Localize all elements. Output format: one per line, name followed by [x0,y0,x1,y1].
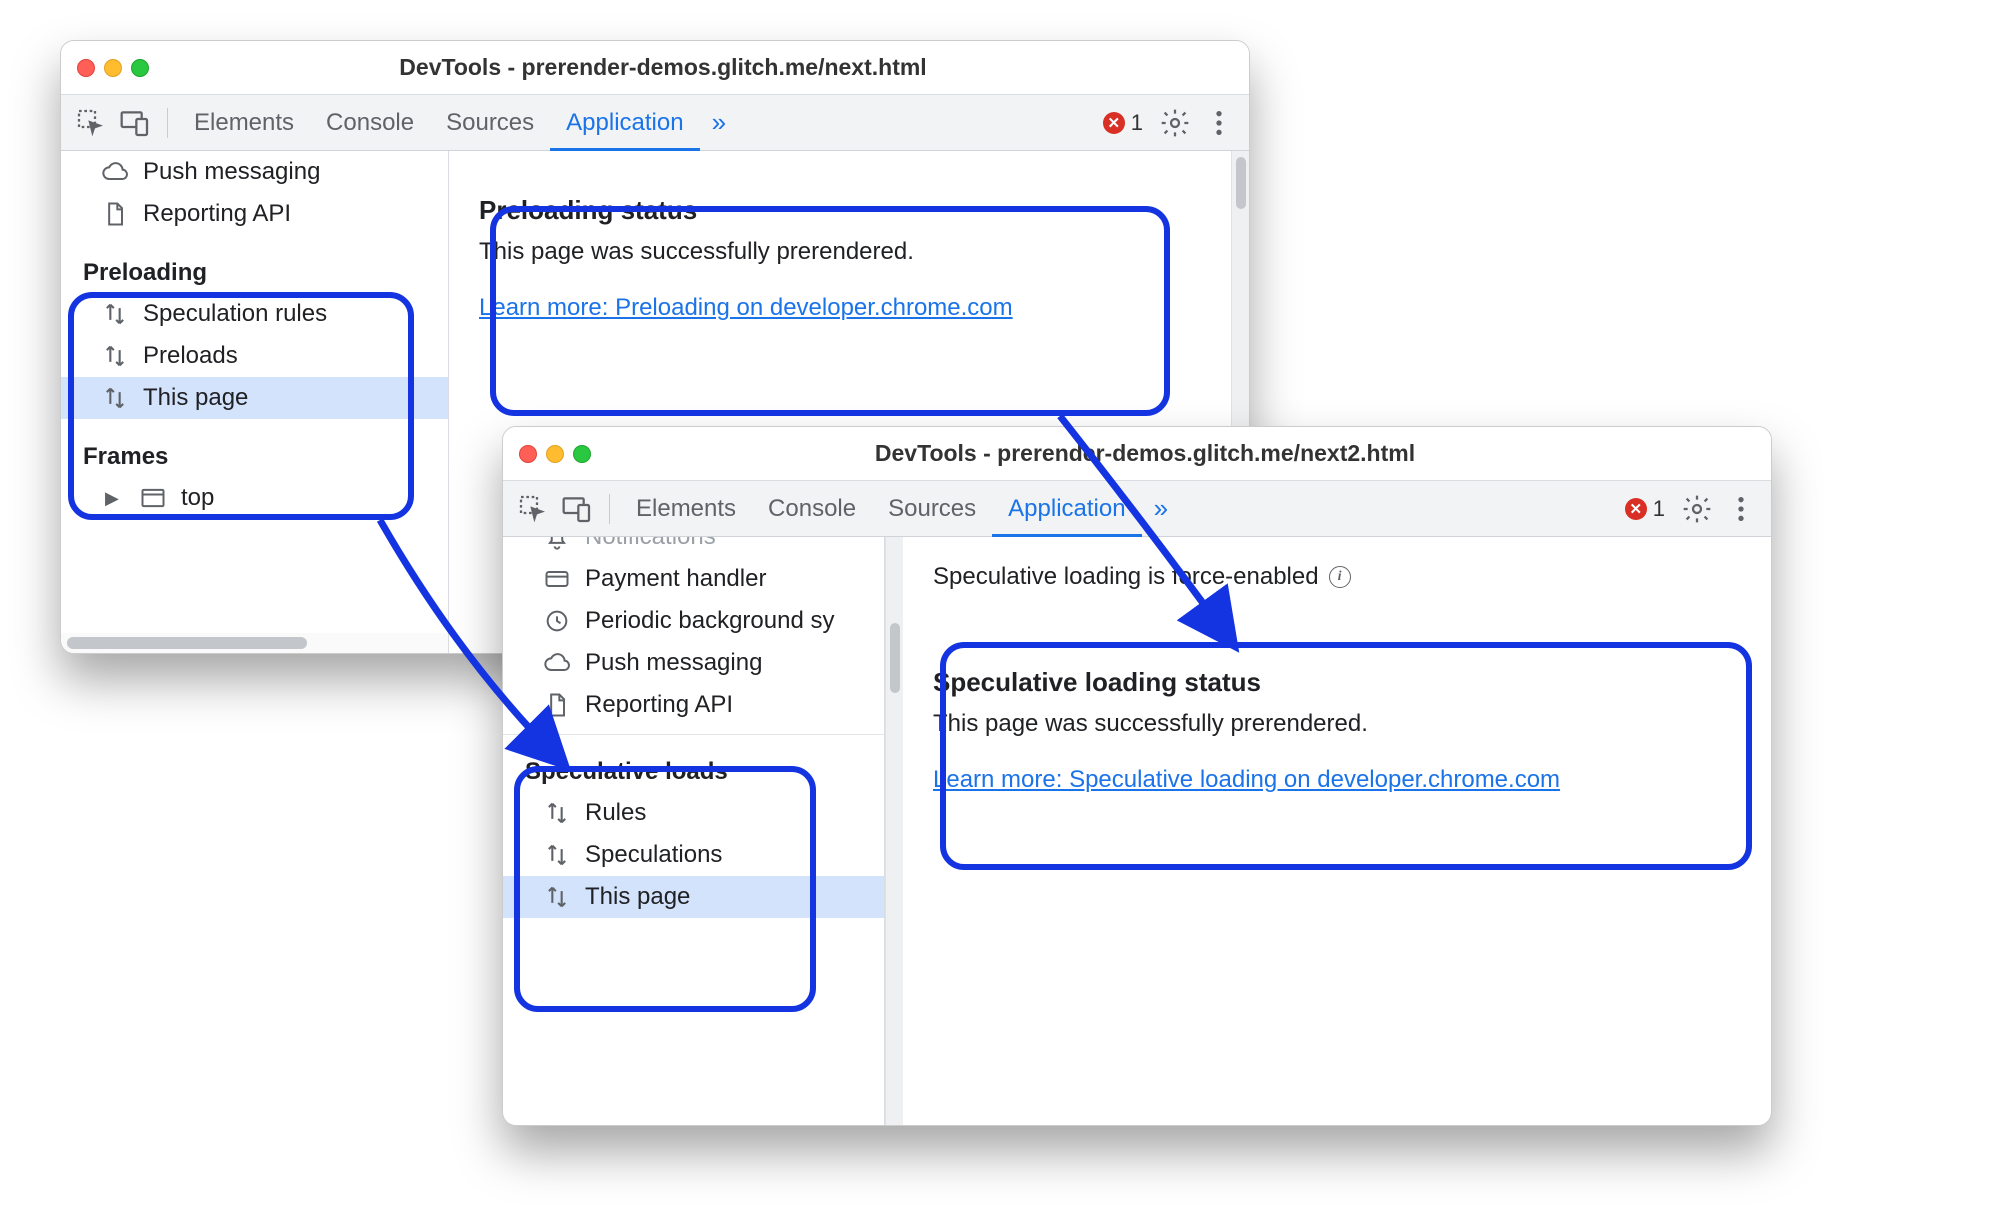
sidebar-item-label: Speculation rules [143,300,327,328]
sidebar-item-reporting[interactable]: Reporting API [61,193,448,235]
more-tabs-icon[interactable]: » [700,107,738,138]
more-tabs-icon[interactable]: » [1142,493,1180,524]
sidebar-item-speculation-rules[interactable]: Speculation rules [61,293,448,335]
tab-elements[interactable]: Elements [620,495,752,523]
minimize-icon[interactable] [546,445,564,463]
panel-heading: Speculative loading status [933,667,1741,698]
sidebar-item-label: Preloads [143,342,238,370]
tab-console[interactable]: Console [310,109,430,137]
devtools-toolbar: Elements Console Sources Application » ✕… [61,95,1249,151]
bell-icon [543,537,571,551]
panel-body: This page was successfully prerendered. [933,710,1741,738]
sidebar-item-label: Push messaging [585,649,762,677]
error-count-value: 1 [1653,496,1665,522]
main-panel: Speculative loading is force-enabled i S… [903,537,1771,1125]
credit-card-icon [543,565,571,593]
window-title: DevTools - prerender-demos.glitch.me/nex… [165,54,1161,81]
sidebar-item-notifications[interactable]: Notifications [503,537,884,558]
devtools-window-2: DevTools - prerender-demos.glitch.me/nex… [502,426,1772,1126]
learn-more-link[interactable]: Learn more: Preloading on developer.chro… [479,294,1013,321]
device-toggle-icon[interactable] [119,107,151,139]
traffic-lights [519,445,591,463]
cloud-icon [101,158,129,186]
swap-icon [101,342,129,370]
window-icon [139,484,167,512]
panel-body: This page was successfully prerendered. [479,238,1201,266]
sidebar-item-label: Reporting API [143,200,291,228]
clock-icon [543,607,571,635]
sidebar-item-label: Rules [585,799,646,827]
tab-sources[interactable]: Sources [872,495,992,523]
sidebar-item-rules[interactable]: Rules [503,792,884,834]
sidebar-item-label: Push messaging [143,158,320,186]
close-icon[interactable] [77,59,95,77]
kebab-menu-icon[interactable] [1725,493,1757,525]
expand-arrow-icon[interactable]: ▶ [105,488,125,509]
device-toggle-icon[interactable] [561,493,593,525]
titlebar: DevTools - prerender-demos.glitch.me/nex… [61,41,1249,95]
sidebar-item-payment[interactable]: Payment handler [503,558,884,600]
sidebar-section-speculative: Speculative loads [503,748,884,792]
sidebar-item-reporting[interactable]: Reporting API [503,684,884,726]
sidebar-item-label: This page [585,883,690,911]
h-scrollbar[interactable] [61,633,448,653]
sidebar-item-label: Reporting API [585,691,733,719]
tab-console[interactable]: Console [752,495,872,523]
panel-heading: Preloading status [479,195,1201,226]
traffic-lights [77,59,149,77]
sidebar-item-label: Payment handler [585,565,766,593]
swap-icon [101,300,129,328]
error-count[interactable]: ✕ 1 [1615,496,1675,522]
tab-application[interactable]: Application [550,95,699,151]
tab-application[interactable]: Application [992,481,1141,537]
tab-sources[interactable]: Sources [430,109,550,137]
sidebar-section-frames: Frames [61,433,448,477]
sidebar-item-speculations[interactable]: Speculations [503,834,884,876]
maximize-icon[interactable] [131,59,149,77]
inspect-icon[interactable] [75,107,107,139]
inspect-icon[interactable] [517,493,549,525]
sidebar-item-this-page[interactable]: This page [503,876,884,918]
learn-more-link[interactable]: Learn more: Speculative loading on devel… [933,766,1560,793]
minimize-icon[interactable] [104,59,122,77]
sidebar: Push messaging Reporting API Preloading … [61,151,449,653]
settings-icon[interactable] [1681,493,1713,525]
sidebar-item-periodic[interactable]: Periodic background sy [503,600,884,642]
info-icon[interactable]: i [1329,566,1351,588]
cloud-icon [543,649,571,677]
swap-icon [543,883,571,911]
document-icon [543,691,571,719]
sidebar-item-label: Periodic background sy [585,607,834,635]
close-icon[interactable] [519,445,537,463]
v-scrollbar[interactable] [885,537,903,1125]
window-title: DevTools - prerender-demos.glitch.me/nex… [607,440,1683,467]
sidebar-item-top-frame[interactable]: ▶ top [61,477,448,519]
sidebar-item-preloads[interactable]: Preloads [61,335,448,377]
swap-icon [543,841,571,869]
sidebar-item-label: Notifications [585,537,716,551]
error-count-value: 1 [1131,110,1143,136]
sidebar-item-label: Speculations [585,841,722,869]
kebab-menu-icon[interactable] [1203,107,1235,139]
settings-icon[interactable] [1159,107,1191,139]
sidebar-section-preloading: Preloading [61,249,448,293]
tab-elements[interactable]: Elements [178,109,310,137]
document-icon [101,200,129,228]
error-count[interactable]: ✕ 1 [1093,110,1153,136]
devtools-toolbar: Elements Console Sources Application » ✕… [503,481,1771,537]
panel-topline: Speculative loading is force-enabled [933,563,1319,591]
maximize-icon[interactable] [573,445,591,463]
sidebar-item-push[interactable]: Push messaging [503,642,884,684]
titlebar: DevTools - prerender-demos.glitch.me/nex… [503,427,1771,481]
error-icon: ✕ [1625,498,1647,520]
sidebar-item-this-page[interactable]: This page [61,377,448,419]
swap-icon [543,799,571,827]
sidebar-item-label: top [181,484,214,512]
sidebar: Notifications Payment handler Periodic b… [503,537,885,1125]
swap-icon [101,384,129,412]
sidebar-item-label: This page [143,384,248,412]
error-icon: ✕ [1103,112,1125,134]
sidebar-item-push[interactable]: Push messaging [61,151,448,193]
